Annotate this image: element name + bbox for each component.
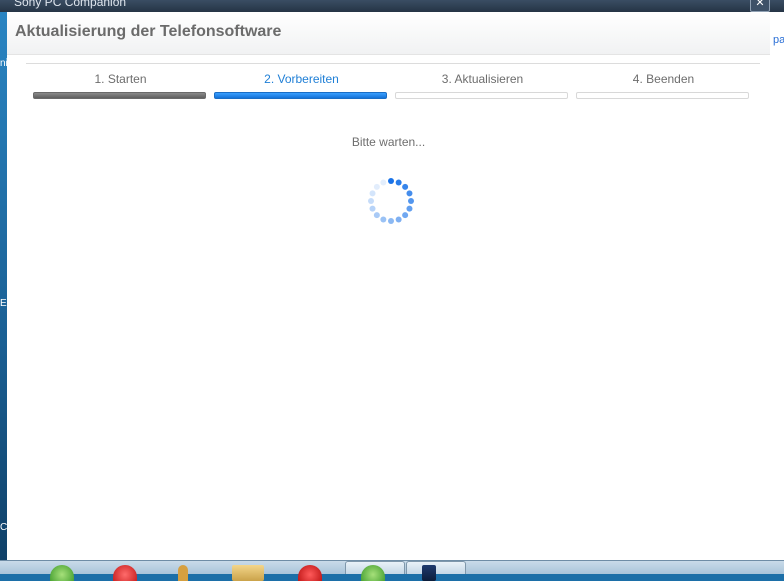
phone-icon[interactable] [422, 565, 436, 581]
step-progress-bar [214, 92, 387, 99]
desktop-edge-label: E [0, 298, 7, 309]
step-label: 1. Starten [94, 72, 147, 86]
status-text: Bitte warten... [351, 135, 426, 149]
folder-icon[interactable] [232, 565, 264, 581]
step-start: 1. Starten [33, 64, 208, 104]
spinner-dot [388, 178, 394, 184]
spinner-dot [406, 205, 413, 212]
step-prepare: 2. Vorbereiten [214, 64, 389, 104]
loading-spinner-icon [368, 178, 414, 224]
step-label: 2. Vorbereiten [264, 72, 339, 86]
spinner-dot [368, 198, 374, 204]
dialog-header: Aktualisierung der Telefonsoftware [7, 12, 770, 55]
step-progress-bar [576, 92, 749, 99]
spinner-dot [380, 179, 387, 186]
spinner-dot [395, 179, 402, 186]
step-label: 3. Aktualisieren [441, 72, 524, 86]
dialog-title: Aktualisierung der Telefonsoftware [15, 23, 282, 40]
spinner-dot [408, 198, 414, 204]
spinner-dot [373, 183, 380, 190]
step-update: 3. Aktualisieren [395, 64, 570, 104]
taskbar-button[interactable] [406, 561, 466, 574]
spinner-dot [380, 216, 387, 223]
step-progress-bar [33, 92, 206, 99]
spinner-dot [395, 216, 402, 223]
window-title: Sony PC Companion [14, 0, 127, 9]
update-dialog: Aktualisierung der Telefonsoftware 1. St… [7, 12, 770, 560]
spinner-dot [369, 190, 376, 197]
spinner-dot [406, 190, 413, 197]
step-label: 4. Beenden [632, 72, 695, 86]
spinner-dot [369, 205, 376, 212]
background-window-text: pa [773, 34, 784, 46]
window-titlebar[interactable]: Sony PC Companion ✕ [0, 0, 784, 12]
step-progress-bar [395, 92, 568, 99]
close-icon: ✕ [755, 0, 765, 9]
close-button[interactable]: ✕ [750, 0, 770, 12]
spinner-dot [402, 212, 409, 219]
background-window-edge [770, 0, 784, 560]
pen-icon[interactable] [178, 565, 188, 581]
step-finish: 4. Beenden [576, 64, 751, 104]
spinner-dot [388, 218, 394, 224]
progress-steps: 1. Starten 2. Vorbereiten 3. Aktualisier… [26, 63, 760, 104]
spinner-dot [373, 212, 380, 219]
spinner-dot [402, 183, 409, 190]
